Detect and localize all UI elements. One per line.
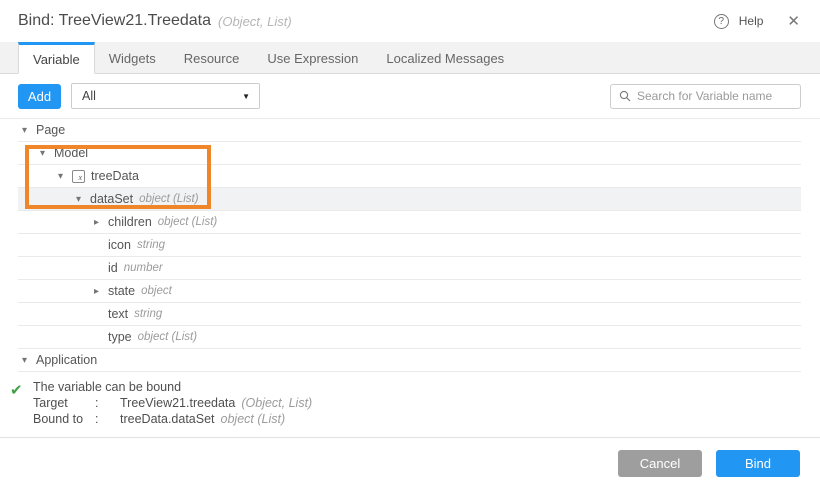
tree-node-label: state (108, 284, 136, 298)
variable-toolbar: Add All ▼ (0, 74, 820, 119)
target-value: TreeView21.treedata (120, 396, 236, 410)
caret-right-icon[interactable]: ▸ (94, 217, 108, 228)
tree-node-type: object (List) (137, 331, 198, 343)
search-input[interactable] (637, 89, 792, 103)
tree-node-type: number (123, 262, 163, 274)
tab-resource[interactable]: Resource (170, 41, 254, 73)
tree-node-label: children (108, 215, 152, 229)
add-button[interactable]: Add (18, 83, 61, 109)
bound-to-label: Bound to (33, 412, 84, 426)
tree-row-type[interactable]: type object (List) (18, 326, 801, 349)
tab-localized-messages[interactable]: Localized Messages (372, 41, 518, 73)
bind-button[interactable]: Bind (716, 450, 800, 477)
tree-row-application[interactable]: ▾ Application (18, 349, 801, 372)
tab-variable[interactable]: Variable (18, 42, 95, 74)
tree-node-label: dataSet (90, 192, 134, 206)
tree-row-children[interactable]: ▸ children object (List) (18, 211, 801, 234)
tree-node-type: string (136, 239, 166, 251)
tab-use-expression[interactable]: Use Expression (253, 41, 372, 73)
tree-row-text[interactable]: text string (18, 303, 801, 326)
variable-search[interactable] (610, 83, 801, 109)
tree-row-treedata[interactable]: ▾ x treeData (18, 165, 801, 188)
dialog-title: Bind: TreeView21.Treedata (18, 12, 212, 29)
help-icon[interactable]: ? (713, 13, 729, 29)
bound-to-type: object (List) (220, 412, 286, 426)
variable-tree: ▾ Page ▾ Model ▾ x treeData ▾ dataSet object (Lis… (18, 119, 801, 372)
caret-down-icon[interactable]: ▾ (22, 125, 36, 136)
target-label: Target (33, 396, 68, 410)
dialog-title-type: (Object, List) (218, 13, 292, 29)
tree-node-label: treeData (91, 169, 139, 183)
bind-dialog: Bind: TreeView21.Treedata (Object, List)… (0, 0, 820, 489)
filter-selected-value: All (82, 89, 96, 103)
tree-row-model[interactable]: ▾ Model (18, 142, 801, 165)
help-link[interactable]: Help (739, 14, 764, 28)
bind-status: ✔ The variable can be bound Target : Tre… (0, 372, 820, 438)
tree-row-dataset[interactable]: ▾ dataSet object (List) (18, 188, 801, 211)
tab-widgets[interactable]: Widgets (95, 41, 170, 73)
tree-row-icon[interactable]: icon string (18, 234, 801, 257)
caret-right-icon[interactable]: ▸ (94, 286, 108, 297)
cancel-button[interactable]: Cancel (618, 450, 702, 477)
search-icon (619, 90, 631, 102)
variable-filter-dropdown[interactable]: All ▼ (71, 83, 260, 109)
tree-node-label: Model (54, 146, 89, 160)
tab-bar: Variable Widgets Resource Use Expression… (0, 42, 820, 74)
tree-node-type: object (141, 285, 172, 297)
status-message: The variable can be bound (33, 380, 182, 394)
tree-node-label: icon (108, 238, 131, 252)
tree-node-label: type (108, 330, 132, 344)
dropdown-caret-icon: ▼ (242, 91, 250, 101)
close-icon[interactable]: ✕ (787, 14, 800, 29)
caret-down-icon[interactable]: ▾ (22, 355, 36, 366)
tree-node-label: Application (36, 353, 98, 367)
success-check-icon: ✔ (10, 382, 23, 399)
tree-node-label: Page (36, 123, 66, 137)
caret-down-icon[interactable]: ▾ (76, 194, 90, 205)
tree-row-state[interactable]: ▸ state object (18, 280, 801, 303)
dialog-header: Bind: TreeView21.Treedata (Object, List)… (0, 0, 820, 42)
tree-node-type: string (134, 308, 163, 320)
tree-row-page[interactable]: ▾ Page (18, 119, 801, 142)
tree-row-id[interactable]: id number (18, 257, 801, 280)
tree-node-label: text (108, 307, 129, 321)
caret-down-icon[interactable]: ▾ (40, 148, 54, 159)
caret-down-icon[interactable]: ▾ (58, 171, 72, 182)
dialog-footer: Cancel Bind (0, 438, 820, 489)
bound-to-value: treeData.dataSet (120, 412, 215, 426)
tree-node-label: id (108, 261, 118, 275)
variable-icon: x (72, 169, 85, 183)
tree-node-type: object (List) (157, 216, 218, 228)
tree-node-type: object (List) (139, 193, 199, 205)
target-type: (Object, List) (241, 396, 313, 410)
